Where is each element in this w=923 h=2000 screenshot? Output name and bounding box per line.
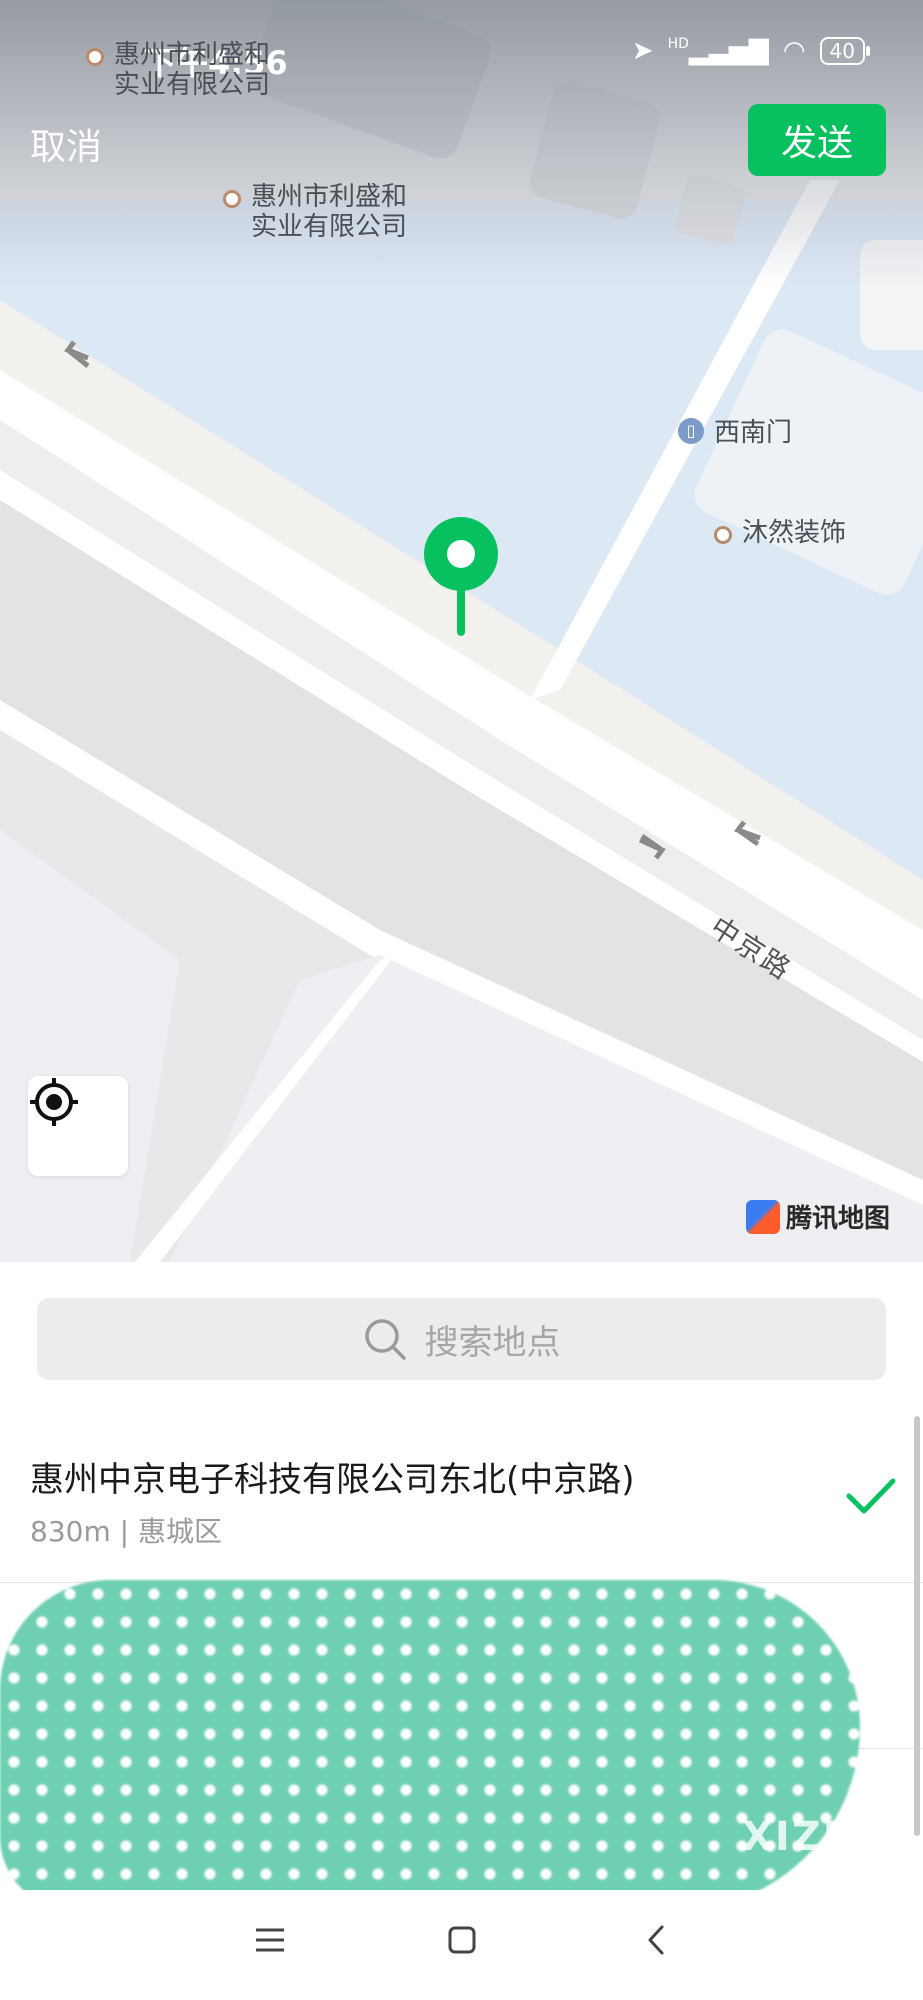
tencent-map-logo-icon bbox=[746, 1199, 780, 1234]
watermark: XIZI bbox=[742, 1814, 840, 1860]
signal-icon: HD▂▃▅▇ bbox=[667, 36, 769, 66]
poi-dot-icon bbox=[86, 48, 104, 66]
menu-icon bbox=[256, 1928, 284, 1952]
search-icon bbox=[364, 1319, 406, 1360]
system-nav-bar bbox=[0, 1890, 923, 2000]
gate-icon: ▯ bbox=[678, 418, 704, 444]
poi-marker[interactable]: 惠州市利盛和 实业有限公司 bbox=[223, 182, 407, 242]
privacy-mask bbox=[0, 1580, 860, 1910]
home-nav-button[interactable] bbox=[442, 1920, 482, 1960]
poi-label: 西南门 bbox=[714, 418, 793, 448]
poi-marker[interactable]: 惠州市利盛和 实业有限公司 bbox=[86, 40, 270, 100]
locate-icon bbox=[30, 1078, 78, 1126]
home-icon bbox=[448, 1926, 476, 1954]
battery-icon: 40 bbox=[819, 37, 871, 65]
map-provider-label: 腾讯地图 bbox=[786, 1204, 891, 1234]
result-subtitle: 830m | 惠城区 bbox=[30, 1515, 222, 1548]
list-item[interactable]: 惠州中京电子科技有限公司东北(中京路) 830m | 惠城区 bbox=[0, 1412, 923, 1582]
send-button[interactable]: 发送 bbox=[748, 104, 886, 176]
poi-label: 沐然装饰 bbox=[742, 518, 847, 548]
poi-marker[interactable]: 沐然装饰 bbox=[714, 518, 846, 548]
poi-marker-gate[interactable]: ▯ 西南门 bbox=[678, 418, 792, 448]
poi-dot-icon bbox=[714, 526, 732, 544]
map-canvas bbox=[0, 0, 923, 1262]
cancel-button[interactable]: 取消 bbox=[30, 118, 102, 170]
result-title: 惠州中京电子科技有限公司东北(中京路) bbox=[30, 1460, 635, 1500]
search-input[interactable]: 搜索地点 bbox=[37, 1298, 886, 1380]
wifi-icon: ◠ bbox=[782, 36, 806, 66]
map-provider-logo: 腾讯地图 bbox=[746, 1198, 890, 1235]
check-icon bbox=[846, 1478, 896, 1514]
map-view[interactable]: 下午4:56 ➤ HD▂▃▅▇ ◠ 40 取消 发送 惠州市利盛和 实业有限公司… bbox=[0, 0, 923, 1262]
locate-button[interactable] bbox=[28, 1076, 128, 1176]
poi-dot-icon bbox=[223, 190, 241, 208]
status-icons: ➤ HD▂▃▅▇ ◠ 40 bbox=[631, 36, 871, 66]
poi-label: 惠州市利盛和 实业有限公司 bbox=[251, 182, 408, 242]
location-arrow-icon: ➤ bbox=[631, 36, 654, 66]
poi-label: 惠州市利盛和 实业有限公司 bbox=[114, 40, 271, 100]
search-placeholder: 搜索地点 bbox=[424, 1322, 561, 1363]
back-icon bbox=[648, 1925, 664, 1955]
back-nav-button[interactable] bbox=[636, 1920, 676, 1960]
scrollbar[interactable] bbox=[914, 1416, 920, 1836]
menu-nav-button[interactable] bbox=[250, 1920, 290, 1960]
